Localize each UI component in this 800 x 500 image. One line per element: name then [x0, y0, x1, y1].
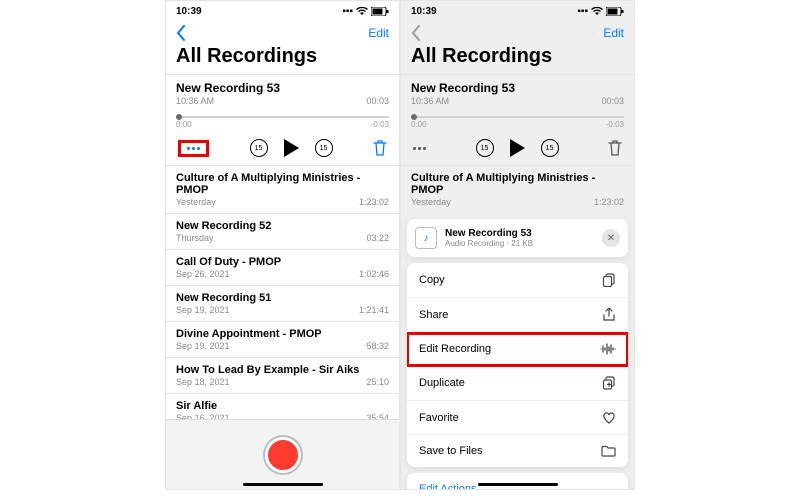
duplicate-icon	[602, 376, 616, 390]
folder-icon	[601, 445, 616, 457]
list-item[interactable]: New Recording 51 Sep 19, 20211:21:41	[166, 285, 399, 321]
wifi-icon	[356, 7, 368, 16]
scrubber-knob[interactable]	[411, 114, 417, 120]
status-bar: 10:39 ▪▪▪	[166, 1, 399, 21]
more-icon[interactable]	[187, 147, 200, 150]
recording-title: New Recording 53	[176, 81, 389, 95]
scrub-start: 0:00	[176, 120, 192, 129]
phone-right: 10:39 ▪▪▪ Edit All Recordings New Record…	[400, 0, 635, 490]
recording-title: New Recording 53	[411, 81, 624, 95]
scrub-start: 0:00	[411, 120, 427, 129]
home-indicator[interactable]	[478, 483, 558, 486]
nav-bar: Edit	[401, 21, 634, 45]
status-icons: ▪▪▪	[577, 6, 624, 17]
action-save-to-files[interactable]: Save to Files	[407, 435, 628, 467]
battery-icon	[606, 7, 624, 16]
list-item[interactable]: Culture of A Multiplying Ministries - PM…	[166, 165, 399, 213]
action-share[interactable]: Share	[407, 298, 628, 333]
back-chevron-icon[interactable]	[411, 25, 421, 41]
skip-forward-icon[interactable]: 15	[315, 139, 333, 157]
list-item[interactable]: Divine Appointment - PMOP Sep 19, 202158…	[166, 321, 399, 357]
share-subtitle: Audio Recording · 21 KB	[445, 239, 594, 248]
back-chevron-icon[interactable]	[176, 25, 186, 41]
status-bar: 10:39 ▪▪▪	[401, 1, 634, 21]
status-icons: ▪▪▪	[342, 6, 389, 17]
skip-forward-icon[interactable]: 15	[541, 139, 559, 157]
skip-back-icon[interactable]: 15	[250, 139, 268, 157]
share-icon	[602, 308, 616, 322]
recording-duration: 00:03	[601, 96, 624, 106]
share-header-card: ♪ New Recording 53 Audio Recording · 21 …	[407, 219, 628, 257]
more-icon[interactable]	[413, 147, 426, 150]
scrubber[interactable]	[411, 116, 624, 118]
list-item[interactable]: Culture of A Multiplying Ministries - PM…	[401, 165, 634, 213]
trash-icon[interactable]	[373, 140, 387, 156]
edit-actions-button[interactable]: Edit Actions...	[407, 473, 628, 490]
action-copy[interactable]: Copy	[407, 263, 628, 298]
more-button-highlight	[178, 140, 209, 157]
expanded-recording: New Recording 53 10:36 AM 00:03 0:00 -0:…	[166, 75, 399, 165]
recording-list: Culture of A Multiplying Ministries - PM…	[166, 165, 399, 429]
record-bar	[166, 419, 399, 489]
home-indicator[interactable]	[243, 483, 323, 486]
action-duplicate[interactable]: Duplicate	[407, 366, 628, 401]
action-favorite[interactable]: Favorite	[407, 401, 628, 435]
expanded-recording: New Recording 53 10:36 AM 00:03 0:00 -0:…	[401, 75, 634, 165]
trash-icon[interactable]	[608, 140, 622, 156]
close-icon[interactable]: ✕	[602, 229, 620, 247]
action-sheet: Copy Share Edit Recording Duplicate	[407, 263, 628, 467]
scrub-end: -0:03	[606, 120, 624, 129]
status-time: 10:39	[411, 6, 437, 17]
playback-controls: 15 15	[250, 139, 333, 157]
skip-back-icon[interactable]: 15	[476, 139, 494, 157]
heart-icon	[602, 411, 616, 424]
list-item[interactable]: Call Of Duty - PMOP Sep 26, 20211:02:46	[166, 249, 399, 285]
battery-icon	[371, 7, 389, 16]
list-item[interactable]: New Recording 52 Thursday03:22	[166, 213, 399, 249]
play-icon[interactable]	[284, 139, 299, 157]
page-title: All Recordings	[166, 45, 399, 74]
phone-left: 10:39 ▪▪▪ Edit All Recordings New Record…	[165, 0, 400, 490]
scrubber-knob[interactable]	[176, 114, 182, 120]
recording-duration: 00:03	[366, 96, 389, 106]
edit-button[interactable]: Edit	[603, 26, 624, 40]
share-title: New Recording 53	[445, 228, 594, 239]
audio-file-icon: ♪	[415, 227, 437, 249]
list-item[interactable]: How To Lead By Example - Sir Aiks Sep 18…	[166, 357, 399, 393]
scrub-end: -0:03	[371, 120, 389, 129]
edit-button[interactable]: Edit	[368, 26, 389, 40]
signal-icon: ▪▪▪	[342, 6, 353, 17]
wifi-icon	[591, 7, 603, 16]
action-edit-recording[interactable]: Edit Recording	[407, 333, 628, 366]
recording-time: 10:36 AM	[411, 96, 449, 106]
play-icon[interactable]	[510, 139, 525, 157]
nav-bar: Edit	[166, 21, 399, 45]
recording-time: 10:36 AM	[176, 96, 214, 106]
page-title: All Recordings	[401, 45, 634, 74]
record-button[interactable]	[265, 437, 301, 473]
scrubber[interactable]	[176, 116, 389, 118]
playback-controls: 15 15	[476, 139, 559, 157]
waveform-icon	[600, 343, 616, 355]
status-time: 10:39	[176, 6, 202, 17]
signal-icon: ▪▪▪	[577, 6, 588, 17]
copy-icon	[602, 273, 616, 287]
